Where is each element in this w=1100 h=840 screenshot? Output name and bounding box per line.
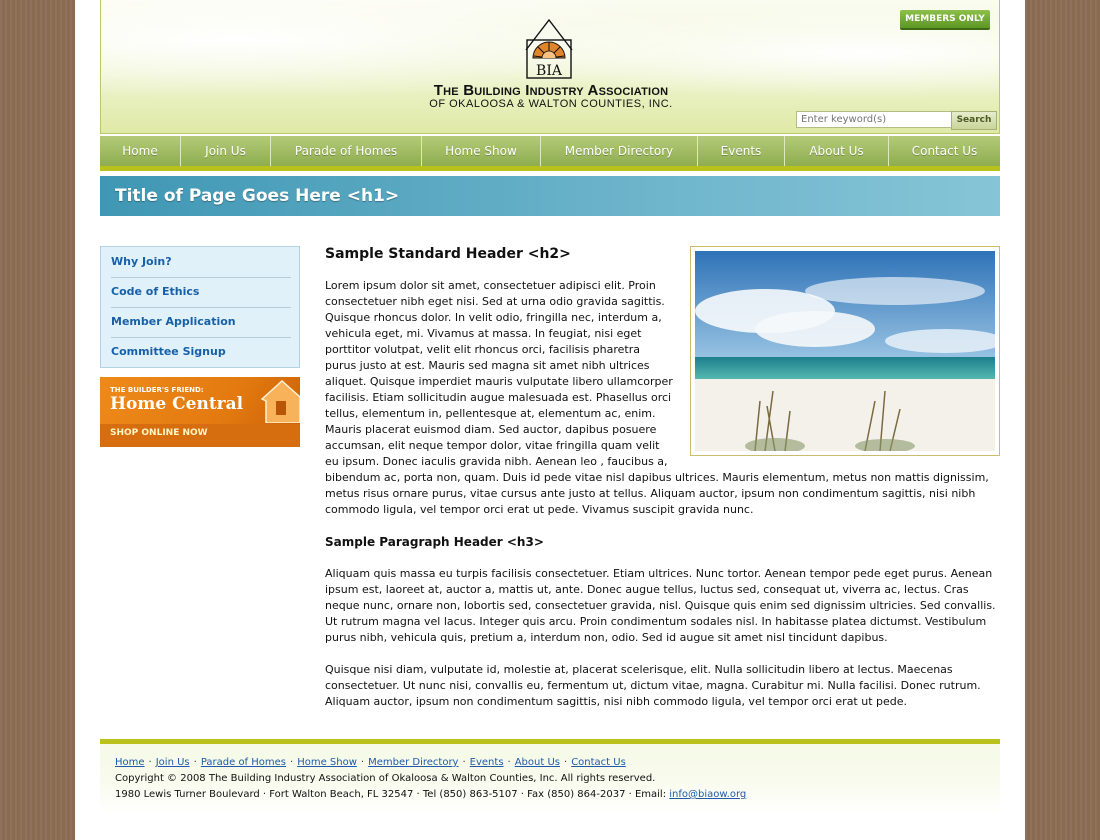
page-title-banner: Title of Page Goes Here <h1> [100, 176, 1000, 216]
promo-kicker: THE BUILDER'S FRIEND: [110, 386, 204, 394]
page-container: MEMBERS ONLY BIA The Building Industry A… [75, 0, 1025, 840]
home-central-promo-banner[interactable]: THE BUILDER'S FRIEND: Home Central SHOP … [100, 377, 300, 447]
sidebar-item-committee-signup[interactable]: Committee Signup [111, 337, 291, 367]
nav-events[interactable]: Events [698, 136, 785, 166]
content-paragraph-1: Lorem ipsum dolor sit amet, consectetuer… [325, 279, 989, 516]
nav-about-us[interactable]: About Us [785, 136, 889, 166]
footer-link-contact-us[interactable]: Contact Us [571, 757, 626, 768]
content-paragraph-2: Aliquam quis massa eu turpis facilisis c… [325, 567, 996, 644]
org-name-line1: The Building Industry Association [433, 82, 669, 99]
site-header: MEMBERS ONLY BIA The Building Industry A… [100, 0, 1000, 134]
site-footer: Home · Join Us · Parade of Homes · Home Show · M… [100, 744, 1000, 814]
nav-divider [100, 166, 1000, 171]
page-title: Title of Page Goes Here <h1> [115, 186, 400, 206]
sidebar-item-member-application[interactable]: Member Application [111, 307, 291, 338]
footer-link-home-show[interactable]: Home Show [297, 757, 357, 768]
footer-link-parade-of-homes[interactable]: Parade of Homes [201, 757, 286, 768]
search-input[interactable] [796, 111, 953, 128]
logo-letters: BIA [536, 63, 563, 79]
house-icon [260, 379, 300, 423]
nav-join-us[interactable]: Join Us [181, 136, 271, 166]
promo-title: Home Central [110, 394, 244, 414]
content-heading-h2: Sample Standard Header <h2> [325, 246, 571, 262]
sidebar-item-code-of-ethics[interactable]: Code of Ethics [111, 277, 291, 308]
promo-cta[interactable]: SHOP ONLINE NOW [110, 428, 208, 438]
nav-home[interactable]: Home [100, 136, 181, 166]
search-button[interactable]: Search [951, 111, 997, 130]
content-heading-h3: Sample Paragraph Header <h3> [325, 535, 544, 549]
main-nav: Home Join Us Parade of Homes Home Show M… [100, 136, 1000, 166]
footer-link-about-us[interactable]: About Us [515, 757, 560, 768]
footer-nav: Home · Join Us · Parade of Homes · Home Show · M… [115, 757, 626, 768]
footer-link-join-us[interactable]: Join Us [156, 757, 190, 768]
sidebar-nav: Why Join? Code of Ethics Member Applicat… [100, 246, 300, 368]
bia-logo-icon[interactable]: BIA [524, 18, 574, 80]
sidebar-item-why-join[interactable]: Why Join? [111, 247, 291, 278]
members-only-button[interactable]: MEMBERS ONLY [900, 10, 990, 28]
copyright-text: Copyright © 2008 The Building Industry A… [115, 773, 656, 784]
nav-parade-of-homes[interactable]: Parade of Homes [271, 136, 422, 166]
address-text: 1980 Lewis Turner Boulevard · Fort Walto… [115, 789, 747, 800]
footer-link-events[interactable]: Events [470, 757, 504, 768]
nav-contact-us[interactable]: Contact Us [889, 136, 1000, 166]
nav-home-show[interactable]: Home Show [422, 136, 541, 166]
footer-link-member-directory[interactable]: Member Directory [368, 757, 458, 768]
content-paragraph-3: Quisque nisi diam, vulputate id, molesti… [325, 663, 981, 708]
nav-member-directory[interactable]: Member Directory [541, 136, 698, 166]
footer-link-home[interactable]: Home [115, 757, 145, 768]
org-name-line2: of Okaloosa & Walton Counties, Inc. [429, 98, 673, 110]
footer-email-link[interactable]: info@biaow.org [669, 789, 746, 800]
